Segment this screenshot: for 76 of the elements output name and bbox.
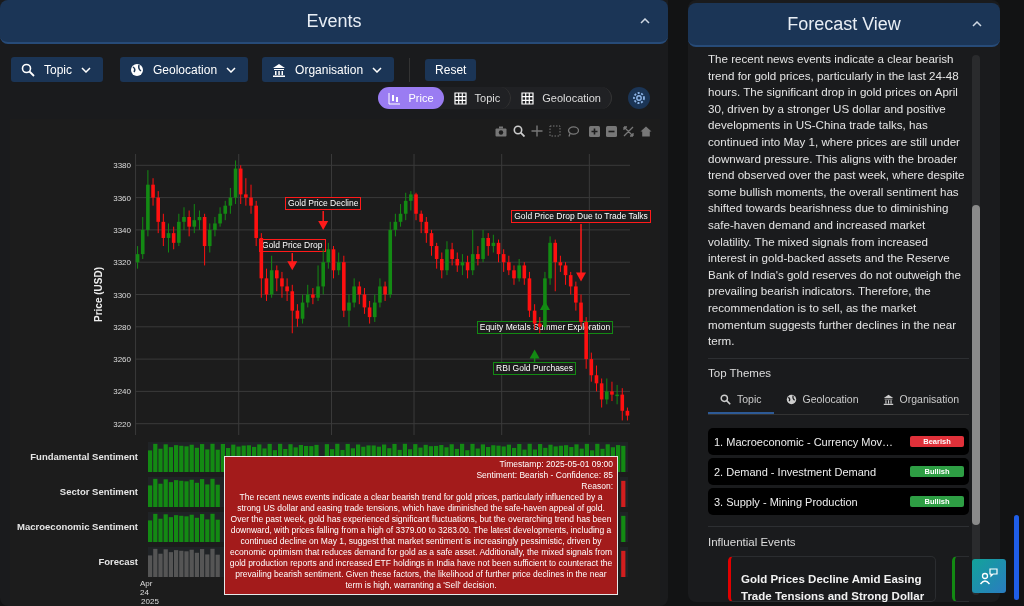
y-axis-tick: 3340 (113, 225, 131, 235)
section-heading: Influential Events (708, 536, 797, 549)
grid-icon (521, 91, 535, 105)
globe-icon (785, 393, 797, 405)
y-axis-tick: 3380 (113, 161, 131, 171)
y-axis-tick: 3300 (113, 290, 131, 300)
annotation-label: RBI Gold Purchases (493, 361, 577, 375)
row-label: Forecast (97, 556, 138, 567)
move-icon[interactable] (531, 125, 543, 137)
globe-icon (130, 62, 144, 77)
row-label: Fundamental Sentiment (29, 451, 138, 462)
theme-tab[interactable]: Organisation (870, 387, 972, 415)
y-axis-tick: 3240 (113, 387, 131, 397)
autoscale-icon[interactable] (623, 125, 634, 137)
camera-icon[interactable] (495, 125, 507, 137)
annotation-arrow (576, 223, 586, 282)
filter-dropdown[interactable]: Organisation (262, 57, 395, 82)
caret-icon (372, 66, 383, 73)
tooltip-line: Reason: (581, 481, 613, 492)
person-chat-icon (979, 567, 999, 585)
y-axis-tick: 3280 (113, 322, 131, 332)
search-icon (21, 62, 35, 77)
y-axis-title: Price (USD) (93, 267, 104, 322)
section-heading: Top Themes (708, 367, 773, 380)
tooltip-line: Sentiment: Bearish - Confidence: 85 (476, 470, 613, 481)
theme-label: 1. Macroeconomic - Currency Mov… (714, 435, 894, 448)
candlestick-icon (387, 91, 401, 105)
sentiment-bars-drawing (620, 476, 628, 507)
y-axis-tick: 3320 (113, 258, 131, 268)
event-title: Gold Prices Decline Amid Easing Trade Tensions and Strong Dollar (741, 572, 926, 602)
y-axis-tick: 3360 (113, 193, 131, 203)
theme-tab[interactable]: Geolocation (773, 387, 871, 415)
scrollbar-thumb[interactable] (1014, 515, 1019, 600)
annotation-arrow (318, 210, 329, 230)
chat-support-button[interactable] (972, 559, 1006, 593)
x-axis-tick: Apr 24 (140, 579, 154, 597)
row-label: Macroeconomic Sentiment (16, 521, 138, 532)
view-toggle[interactable]: Geolocation (511, 87, 612, 109)
theme-tab[interactable]: Topic (708, 387, 774, 415)
annotation-label: Gold Price Drop Due to Trade Talks (511, 209, 651, 223)
gear-icon (632, 91, 646, 105)
y-axis-tick: 3220 (113, 419, 131, 429)
scrollbar-thumb[interactable] (972, 205, 980, 525)
annotation-arrow (287, 252, 298, 271)
bank-icon (882, 393, 894, 405)
row-label: Sector Sentiment (58, 486, 138, 497)
zoom-out-icon[interactable] (606, 125, 617, 137)
forecast-summary: The recent news events indicate a clear bearish trend for gold prices, particularly in the last 24-48 hours. The significant drop in gold prices on April 30, driven by a stronger US dollar and positive developments in US-China trade talks, has continued into May 1, where prices are still under downward pressure. This aligns with the broader trend observed over the past week, where despite some bullish moments, the overall sentiment has shifted towards bearishness due to diminishing safe-haven demand and increased market volatility. The mixed signals from increased interest in gold-backed assets and the Reserve Bank of India's gold reserves do not outweigh the prevailing bearish indicators. Therefore, the recommendation is to sell, as the market momentum suggests further declines in the near term. (708, 51, 966, 350)
view-toggle[interactable]: Topic (443, 87, 512, 109)
reset-button[interactable]: Reset (425, 58, 477, 81)
sentiment-bars-drawing (620, 511, 628, 542)
panel-title: Events (306, 10, 362, 32)
theme-label: 2. Demand - Investment Demand (714, 465, 877, 478)
search-icon (720, 393, 731, 405)
zoom-icon[interactable] (513, 125, 525, 137)
settings-button[interactable] (628, 87, 650, 109)
sentiment-bars-drawing (620, 546, 628, 577)
bank-icon (272, 62, 287, 77)
caret-icon (226, 66, 237, 73)
chevron-up-icon[interactable] (972, 21, 982, 27)
filter-dropdown[interactable]: Topic (11, 57, 103, 82)
event-card[interactable]: Gold Prices Decline Amid Easing Trade Tensions and Strong Dollar (728, 556, 936, 602)
zoom-in-icon[interactable] (589, 125, 600, 137)
grid-icon (453, 91, 467, 105)
panel-title: Forecast View (787, 13, 901, 35)
theme-label: 3. Supply - Mining Production (714, 495, 858, 508)
annotation-label: Gold Price Decline (285, 197, 362, 211)
filter-dropdown[interactable]: Geolocation (120, 57, 249, 82)
chevron-up-icon[interactable] (640, 18, 650, 24)
y-axis-tick: 3260 (113, 355, 131, 365)
tooltip-line: Timestamp: 2025-05-01 09:00 (499, 459, 613, 470)
caret-icon (81, 66, 91, 73)
tooltip-reason: The recent news events indicate a clear bearish trend for gold prices, particularly influenced by a strong US dollar and easing trade tensions, which have diminished the safe-haven appeal of gold. Over the past week, gold has experienced significant fluctuations, but the overarching trend has been downward, with prices falling from a high of 3379.00 to 3283.00. The latest developments, including a continued decline on May 1, suggest that market sentiment is increasingly pessimistic, driven by economic optimism that reduces demand for gold as a safe asset. Additionally, the mixed signals from gold production reports and increased ETF holdings in India have not been sufficient to counteract the prevailing bearish sentiment. Given these factors, the likelihood of further price declines in the near term is high, warranting a 'Sell' decision. (229, 492, 613, 591)
x-axis-year: 2025 (141, 597, 159, 606)
lasso-icon[interactable] (567, 125, 579, 137)
home-icon[interactable] (640, 125, 652, 137)
